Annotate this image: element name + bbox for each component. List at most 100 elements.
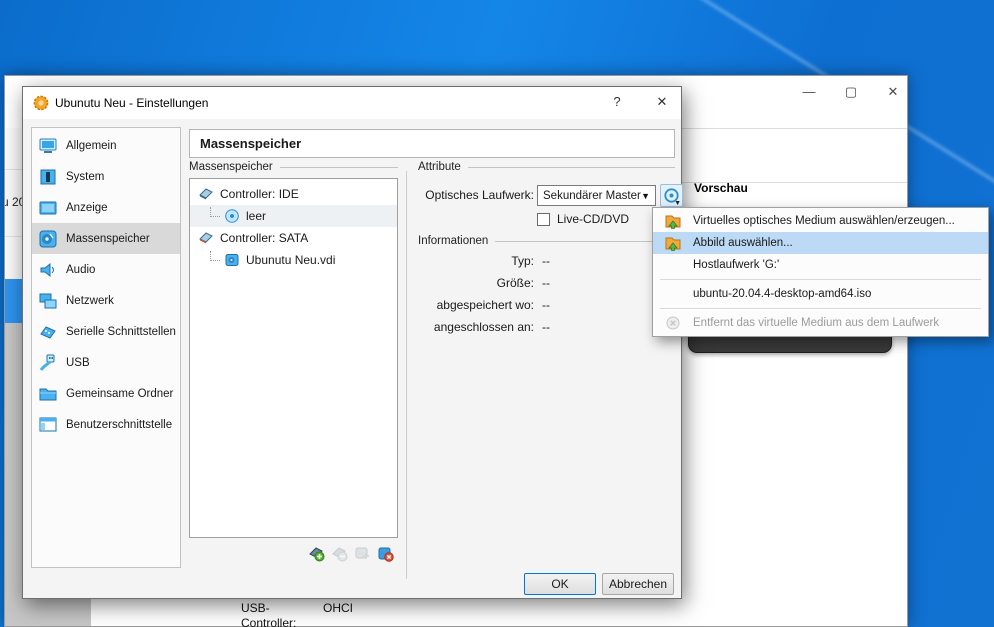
tree-row-controller-ide[interactable]: Controller: IDE	[190, 183, 397, 205]
storage-tree: Controller: IDE leer Controller: SATA	[189, 178, 398, 538]
tree-row-label: Controller: IDE	[220, 187, 299, 201]
sidebar-item-label: Serielle Schnittstellen	[66, 326, 176, 338]
info-value: --	[534, 294, 550, 316]
sidebar-item-system[interactable]: System	[32, 161, 180, 192]
add-controller-icon[interactable]	[308, 545, 325, 562]
sidebar-item-label: System	[66, 171, 104, 183]
menu-item-label: Virtuelles optisches Medium auswählen/er…	[693, 215, 955, 227]
detail-row: USB-Controller: OHCI	[241, 601, 376, 627]
ok-button[interactable]: OK	[524, 573, 596, 595]
shared-folders-icon	[38, 384, 58, 404]
chevron-down-icon: ▼	[674, 200, 681, 207]
hard-disk-icon	[224, 252, 240, 268]
menu-item-label: Entfernt das virtuelle Medium aus dem La…	[693, 317, 939, 329]
page-title: Massenspeicher	[189, 129, 675, 158]
tree-row-ubunutu-neu-vdi[interactable]: Ubunutu Neu.vdi	[190, 249, 397, 271]
audio-icon	[38, 260, 58, 280]
close-icon[interactable]: ✕	[885, 84, 901, 100]
remove-attachment-icon[interactable]	[377, 545, 394, 562]
sidebar-item-gemeinsame-ordner[interactable]: Gemeinsame Ordner	[32, 378, 180, 409]
group-label-line	[468, 167, 675, 168]
chevron-down-icon: ▼	[641, 191, 655, 201]
menu-item-hostlaufwerk[interactable]: Hostlaufwerk 'G:'	[653, 254, 988, 276]
sidebar-item-label: Benutzerschnittstelle	[66, 419, 172, 431]
dialog-title: Ubunutu Neu - Einstellungen	[55, 96, 208, 110]
sidebar-item-serielle-schnittstellen[interactable]: Serielle Schnittstellen	[32, 316, 180, 347]
menu-item-remove-medium[interactable]: Entfernt das virtuelle Medium aus dem La…	[653, 312, 988, 334]
menu-separator	[660, 279, 981, 280]
sidebar-item-label: USB	[66, 357, 90, 369]
general-icon	[38, 136, 58, 156]
desktop: — ▢ ✕ Vorschau u 20 USB-Controller: OHCI…	[0, 0, 994, 627]
tree-row-label: leer	[246, 209, 266, 223]
usb-icon	[38, 353, 58, 373]
panel-divider	[406, 171, 407, 579]
close-button[interactable]: ✕	[653, 94, 671, 110]
menu-separator	[660, 308, 981, 309]
group-label-text: Massenspeicher	[189, 161, 273, 173]
tree-row-leer[interactable]: leer	[190, 205, 397, 227]
tree-connector	[210, 251, 220, 261]
network-icon	[38, 291, 58, 311]
info-value: --	[534, 316, 550, 338]
menu-item-label: Abbild auswählen...	[693, 237, 793, 249]
info-row-groesse: Größe: --	[418, 272, 550, 294]
optical-media-menu: Virtuelles optisches Medium auswählen/er…	[652, 207, 989, 337]
checkbox-label: Live-CD/DVD	[557, 212, 629, 226]
remove-controller-icon[interactable]	[331, 545, 348, 562]
minimize-icon[interactable]: —	[801, 84, 817, 100]
tree-connector	[210, 207, 220, 217]
choose-disk-file-icon	[653, 234, 693, 252]
sidebar-item-massenspeicher[interactable]: Massenspeicher	[32, 223, 180, 254]
menu-item-label: Hostlaufwerk 'G:'	[693, 259, 779, 271]
sidebar-item-allgemein[interactable]: Allgemein	[32, 130, 180, 161]
group-label-line	[495, 241, 675, 242]
sidebar-item-label: Netzwerk	[66, 295, 114, 307]
display-icon	[38, 198, 58, 218]
info-value: --	[534, 272, 550, 294]
info-value: --	[534, 250, 550, 272]
info-row-angeschlossen-an: angeschlossen an: --	[418, 316, 550, 338]
menu-item-ubuntu-iso[interactable]: ubuntu-20.04.4-desktop-amd64.iso	[653, 283, 988, 305]
detail-value: OHCI	[323, 601, 353, 627]
live-cd-checkbox[interactable]: Live-CD/DVD	[537, 212, 629, 226]
sidebar-item-netzwerk[interactable]: Netzwerk	[32, 285, 180, 316]
optical-drive-label: Optisches Laufwerk:	[418, 188, 534, 202]
help-button[interactable]: ?	[608, 94, 626, 109]
sidebar-item-label: Allgemein	[66, 140, 117, 152]
choose-disk-file-icon	[653, 212, 693, 230]
serial-ports-icon	[38, 322, 58, 342]
tree-row-label: Controller: SATA	[220, 231, 308, 245]
manager-window-controls: — ▢ ✕	[801, 84, 901, 100]
detail-label: USB-Controller:	[241, 601, 323, 627]
ide-controller-icon	[198, 186, 214, 202]
sidebar-item-usb[interactable]: USB	[32, 347, 180, 378]
virtualbox-settings-icon	[33, 95, 49, 111]
storage-icon	[38, 229, 58, 249]
info-label: abgespeichert wo:	[418, 294, 534, 316]
preview-group-label: Vorschau	[694, 181, 748, 195]
menu-item-abbild-auswaehlen[interactable]: Abbild auswählen...	[653, 232, 988, 254]
tree-row-controller-sata[interactable]: Controller: SATA	[190, 227, 397, 249]
settings-sidebar: Allgemein System Anzeige Masse	[31, 127, 181, 568]
sidebar-item-label: Anzeige	[66, 202, 108, 214]
sata-controller-icon	[198, 230, 214, 246]
group-label-line	[280, 167, 398, 168]
add-attachment-icon[interactable]	[354, 545, 371, 562]
usb-details-panel: USB-Controller: OHCI Gerätefilter: 0 (0 …	[241, 601, 376, 627]
cancel-button[interactable]: Abbrechen	[602, 573, 674, 595]
tree-row-label: Ubunutu Neu.vdi	[246, 253, 335, 267]
info-group-label: Informationen	[418, 235, 675, 247]
choose-optical-disk-button[interactable]: ▼	[660, 184, 683, 207]
maximize-icon[interactable]: ▢	[843, 84, 859, 100]
settings-dialog: Ubunutu Neu - Einstellungen ? ✕ Allgemei…	[22, 86, 682, 599]
info-label: angeschlossen an:	[418, 316, 534, 338]
sidebar-item-audio[interactable]: Audio	[32, 254, 180, 285]
group-label-text: Informationen	[418, 235, 488, 247]
sidebar-item-benutzerschnittstelle[interactable]: Benutzerschnittstelle	[32, 409, 180, 440]
optical-drive-select[interactable]: Sekundärer Master ▼	[537, 185, 656, 206]
checkbox-box[interactable]	[537, 213, 550, 226]
dialog-titlebar[interactable]: Ubunutu Neu - Einstellungen ? ✕	[23, 87, 681, 119]
sidebar-item-anzeige[interactable]: Anzeige	[32, 192, 180, 223]
menu-item-choose-virtual-disk[interactable]: Virtuelles optisches Medium auswählen/er…	[653, 210, 988, 232]
